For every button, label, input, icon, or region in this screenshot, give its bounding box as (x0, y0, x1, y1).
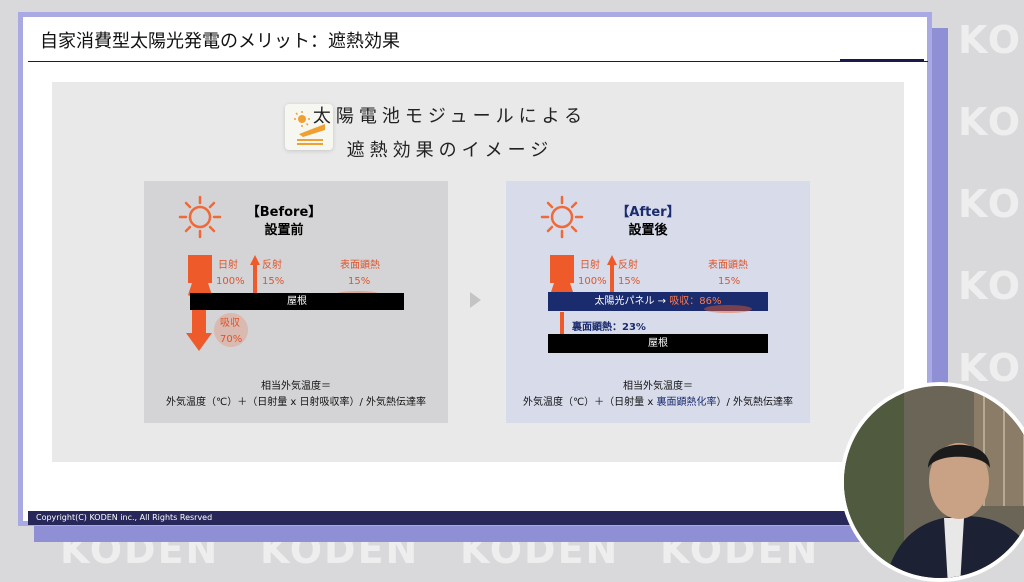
before-formula-line-2: 外気温度（℃）＋（日射量 x 日射吸収率）/ 外気熱伝達率 (165, 397, 427, 408)
before-surface-heat-value: 15% (348, 276, 371, 287)
chevron-right-icon (470, 292, 481, 308)
after-subtitle: 設置後 (628, 223, 668, 238)
after-reflect-value: 15% (618, 276, 641, 287)
formula-part-a: 外気温度（℃）＋（日射量 x (522, 397, 657, 408)
before-absorb-value: 70% (220, 334, 243, 345)
before-absorb-label: 吸収 (220, 318, 240, 329)
formula-part-c: ）/ 外気熱伝達率 (716, 397, 794, 408)
after-formula-line-2: 外気温度（℃）＋（日射量 x 裏面顕熱化率）/ 外気熱伝達率 (506, 395, 810, 411)
after-roof: 屋根 (548, 334, 768, 353)
title-divider-accent (840, 59, 924, 62)
formula-highlight: 裏面顕熱化率 (656, 397, 717, 408)
headline: 太陽電池モジュールによる 遮熱効果のイメージ (290, 100, 610, 168)
slide-footer: Copyright(C) KODEN inc., All Rights Resr… (28, 511, 938, 525)
watermark-text: KODEN (958, 264, 1024, 308)
watermark-text: KODEN (958, 18, 1024, 62)
after-radiation-label: 日射 (580, 260, 600, 271)
presenter-image (844, 386, 1024, 578)
before-formula-line-1: 相当外気温度＝ (261, 381, 331, 392)
watermark-text: KODEN (958, 346, 1024, 390)
before-subtitle: 設置前 (264, 223, 304, 238)
after-card: 【After】 設置後 日射 100% 反射 15% 表面顕熱 15% 太陽光パ… (506, 181, 810, 423)
after-surface-heat-value: 15% (718, 276, 741, 287)
absorb-highlight (704, 305, 752, 313)
after-reflect-label: 反射 (618, 260, 638, 271)
before-tag: 【Before】 (246, 205, 322, 220)
headline-line-2: 遮熱効果のイメージ (346, 140, 554, 161)
title-divider (28, 61, 928, 62)
after-surface-heat-label: 表面顕熱 (708, 260, 748, 271)
after-tag: 【After】 (616, 205, 680, 220)
panel-label: 太陽光パネル → (594, 296, 670, 307)
back-heat-label: 裏面顕熱：23% (572, 322, 646, 333)
reflect-arrow (607, 255, 617, 297)
presenter-webcam (840, 382, 1024, 582)
before-roof: 屋根 (190, 293, 404, 310)
headline-line-1: 太陽電池モジュールによる (312, 106, 588, 127)
before-reflect-label: 反射 (262, 260, 282, 271)
after-radiation-value: 100% (578, 276, 607, 287)
slide-title: 自家消費型太陽光発電のメリット：遮熱効果 (40, 31, 400, 52)
before-reflect-value: 15% (262, 276, 285, 287)
after-formula-line-1: 相当外気温度＝ (623, 381, 693, 392)
before-surface-heat-label: 表面顕熱 (340, 260, 380, 271)
watermark-text: KODEN (958, 100, 1024, 144)
before-radiation-value: 100% (216, 276, 245, 287)
before-radiation-label: 日射 (218, 260, 238, 271)
before-card: 【Before】 設置前 日射 100% 反射 15% 表面顕熱 15% 屋根 … (144, 181, 448, 423)
watermark-text: KODEN (958, 182, 1024, 226)
